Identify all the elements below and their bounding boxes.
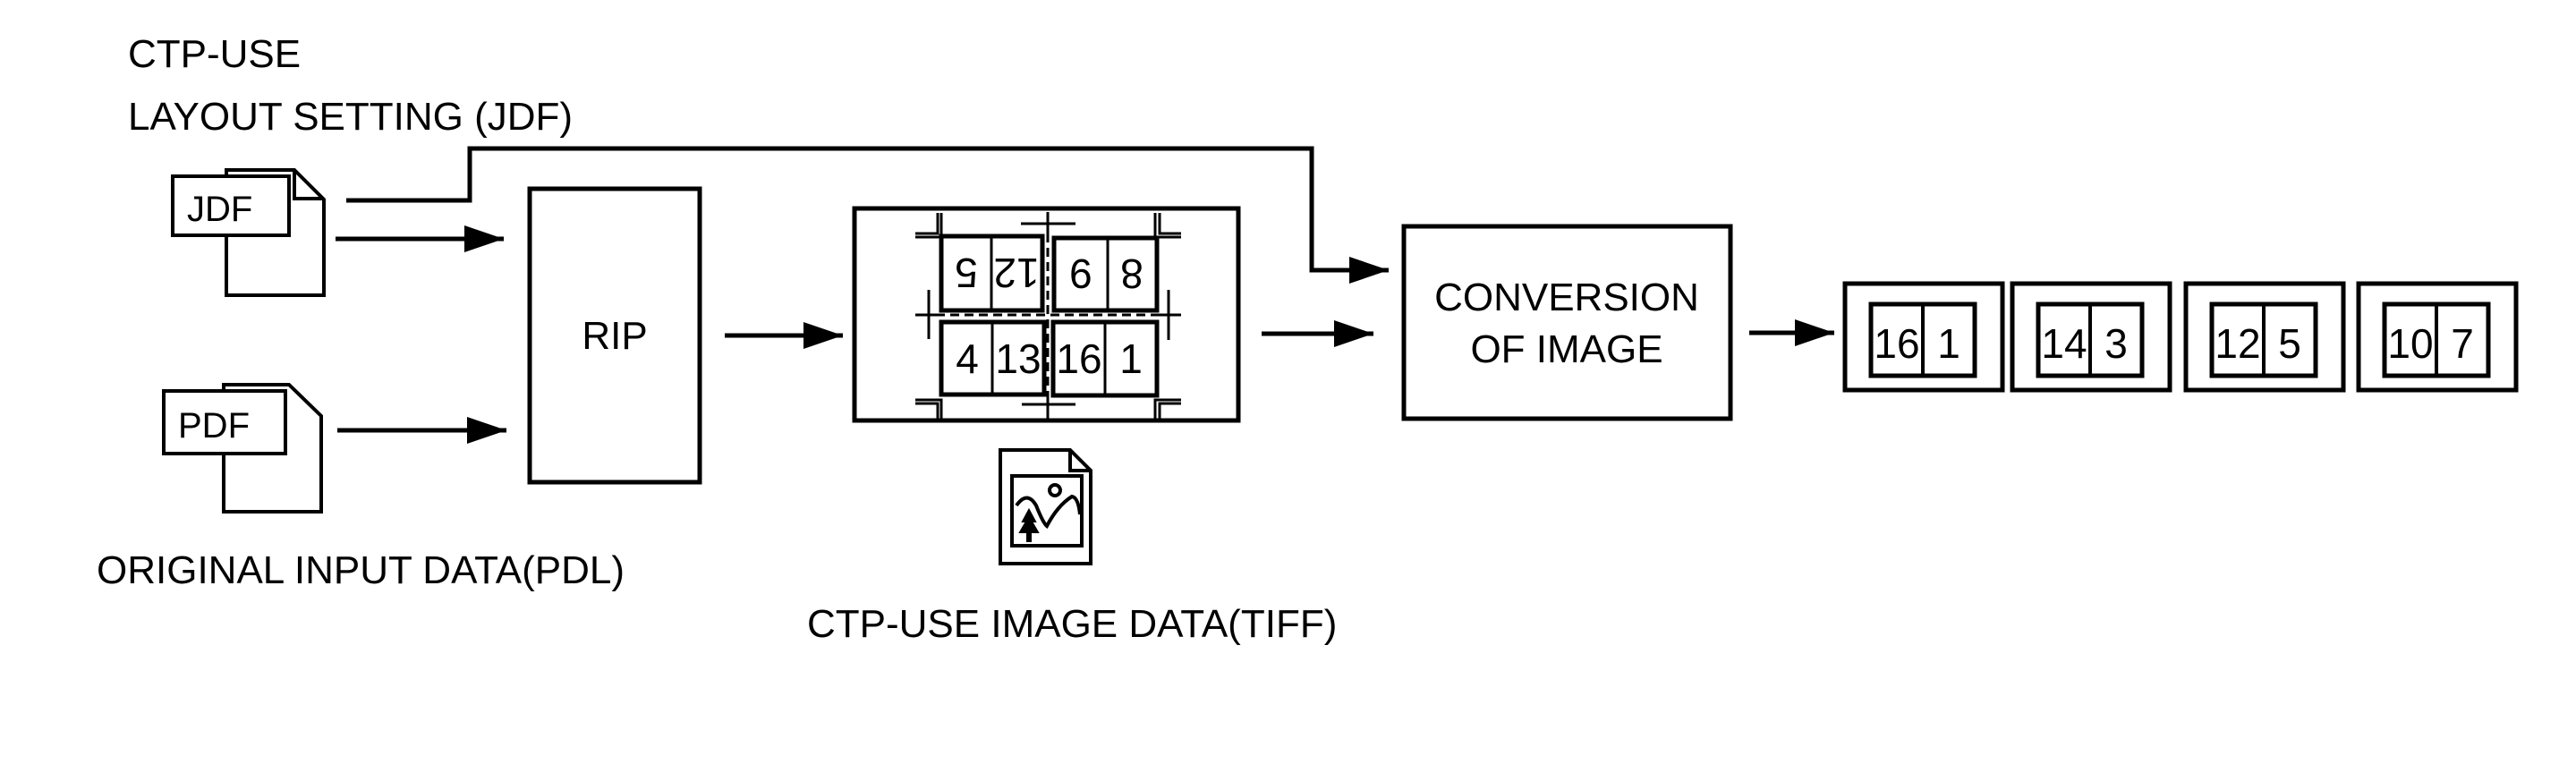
imposition-block-bottom-left: 4 13 bbox=[939, 319, 1047, 397]
page-number: 8 bbox=[1120, 250, 1143, 297]
page-number: 5 bbox=[2278, 320, 2301, 367]
image-file-icon bbox=[999, 448, 1092, 565]
pdf-document-icon: PDF bbox=[162, 383, 323, 514]
jdf-label: JDF bbox=[187, 190, 252, 229]
imposition-sheet: 5 12 9 8 4 13 16 1 bbox=[852, 206, 1241, 423]
page-number: 1 bbox=[1119, 335, 1143, 382]
conversion-label-line2: OF IMAGE bbox=[1470, 327, 1662, 371]
layout-setting-label-line1: CTP-USE bbox=[128, 32, 301, 76]
diagram-canvas: CTP-USE LAYOUT SETTING (JDF) JDF PDF RIP bbox=[97, 32, 2519, 646]
imposition-block-top-left: 5 12 bbox=[939, 233, 1045, 313]
page-number: 4 bbox=[956, 335, 979, 382]
page-number: 12 bbox=[2215, 320, 2260, 367]
jdf-document-icon: JDF bbox=[171, 168, 326, 297]
page-number: 9 bbox=[1069, 250, 1092, 297]
conversion-label-line1: CONVERSION bbox=[1434, 276, 1699, 319]
page-number: 3 bbox=[2104, 320, 2128, 367]
conversion-node: CONVERSION OF IMAGE bbox=[1401, 224, 1733, 421]
output-sheet: 16 1 bbox=[1842, 281, 2005, 393]
page-number: 16 bbox=[1056, 335, 1101, 382]
page-number: 10 bbox=[2387, 320, 2433, 367]
page-number: 7 bbox=[2451, 320, 2474, 367]
rip-label: RIP bbox=[582, 314, 647, 358]
ctp-image-data-label: CTP-USE IMAGE DATA(TIFF) bbox=[807, 602, 1337, 646]
output-sheet: 12 5 bbox=[2183, 281, 2346, 393]
page-number: 1 bbox=[1937, 320, 1960, 367]
layout-setting-label-line2: LAYOUT SETTING (JDF) bbox=[128, 95, 573, 139]
imposition-block-top-right: 9 8 bbox=[1051, 235, 1160, 313]
page-number: 12 bbox=[993, 250, 1039, 296]
imposition-block-bottom-right: 16 1 bbox=[1050, 319, 1160, 398]
output-sheet: 14 3 bbox=[2010, 281, 2172, 393]
page-number: 16 bbox=[1874, 320, 1919, 367]
rip-node: RIP bbox=[527, 186, 702, 485]
output-sheet: 10 7 bbox=[2356, 281, 2519, 393]
pdf-label: PDF bbox=[178, 406, 250, 446]
page-number: 13 bbox=[995, 335, 1041, 382]
output-sheets: 16 1 14 3 12 5 10 7 bbox=[1842, 281, 2519, 393]
page-number: 5 bbox=[955, 250, 978, 296]
original-input-label: ORIGINAL INPUT DATA(PDL) bbox=[97, 548, 625, 592]
page-number: 14 bbox=[2041, 320, 2087, 367]
